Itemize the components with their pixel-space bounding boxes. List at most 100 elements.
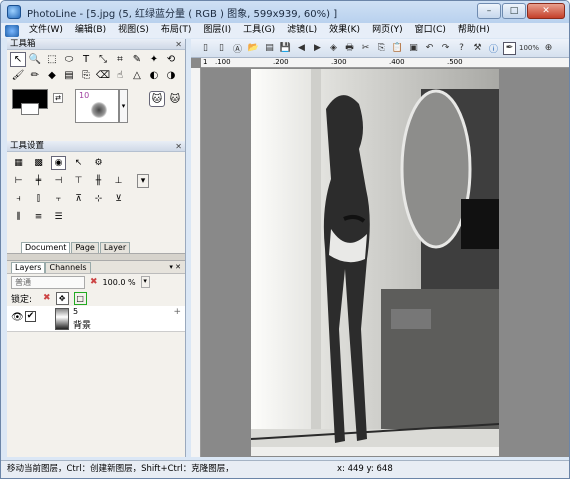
maximize-button[interactable]: □ bbox=[502, 3, 526, 19]
brush-preview[interactable]: 10 bbox=[75, 89, 119, 123]
target-option-icon[interactable]: ◉ bbox=[51, 156, 66, 170]
move-tool-icon[interactable]: ↖ bbox=[10, 52, 26, 67]
distribute-bottom-icon[interactable]: ⊻ bbox=[111, 192, 126, 206]
layer-name[interactable]: 背景 bbox=[73, 318, 91, 331]
redo-icon[interactable]: ↷ bbox=[439, 42, 452, 55]
tab-channels[interactable]: Channels bbox=[45, 261, 91, 273]
distribute-hcenter-icon[interactable]: ⫿ bbox=[31, 192, 46, 206]
photoline-icon[interactable] bbox=[7, 5, 21, 19]
smudge-tool-icon[interactable]: ☝ bbox=[112, 68, 128, 83]
layers-view-icon[interactable]: ◈ bbox=[327, 42, 340, 55]
pencil-tool-icon[interactable]: ✏ bbox=[27, 68, 43, 83]
menu-layer[interactable]: 图层(I) bbox=[197, 23, 237, 38]
browse-icon[interactable]: ▤ bbox=[263, 42, 276, 55]
new-text-icon[interactable]: Ⓐ bbox=[231, 42, 244, 55]
copy-icon[interactable]: ⎘ bbox=[375, 42, 388, 55]
space-vertical-icon[interactable]: ≡ bbox=[31, 210, 46, 224]
menu-window[interactable]: 窗口(C) bbox=[409, 23, 452, 38]
close-icon[interactable]: ✕ bbox=[175, 141, 182, 152]
new-page-icon[interactable]: ▯ bbox=[215, 42, 228, 55]
tab-layer[interactable]: Layer bbox=[99, 242, 131, 253]
open-icon[interactable]: 📂 bbox=[247, 42, 260, 55]
text-tool-icon[interactable]: T bbox=[78, 52, 94, 67]
align-dropdown[interactable]: ▾ bbox=[137, 174, 149, 188]
menu-view[interactable]: 视图(S) bbox=[112, 23, 155, 38]
align-vcenter-icon[interactable]: ╫ bbox=[91, 174, 106, 188]
settings-icon[interactable]: ⚒ bbox=[471, 42, 484, 55]
sharpen-tool-icon[interactable]: △ bbox=[129, 68, 145, 83]
brush-dropdown[interactable]: ▾ bbox=[119, 89, 128, 123]
pen-tool-icon[interactable]: ✒ bbox=[503, 41, 516, 55]
menu-effects[interactable]: 效果(K) bbox=[323, 23, 366, 38]
new-doc-icon[interactable]: ▯ bbox=[199, 42, 212, 55]
cat-quickmask-icon[interactable]: 🐱 bbox=[167, 91, 183, 107]
distribute-right-icon[interactable]: ⫟ bbox=[51, 192, 66, 206]
menu-filter[interactable]: 滤镜(L) bbox=[281, 23, 323, 38]
lock-move-icon[interactable]: ✥ bbox=[55, 291, 69, 305]
cat-mask-icon[interactable]: 🐱 bbox=[149, 91, 165, 107]
select-tool-icon[interactable]: ⬚ bbox=[44, 52, 60, 67]
layer-checkbox[interactable]: ✔ bbox=[25, 311, 36, 322]
tab-page[interactable]: Page bbox=[71, 242, 99, 253]
help-icon[interactable]: ? bbox=[455, 42, 468, 55]
prev-icon[interactable]: ◀ bbox=[295, 42, 308, 55]
lock-all-icon[interactable]: □ bbox=[73, 291, 87, 305]
eye-icon[interactable]: 👁 bbox=[11, 312, 24, 323]
align-left-icon[interactable]: ⊢ bbox=[11, 174, 26, 188]
zoom-in-icon[interactable]: ⊕ bbox=[542, 42, 555, 55]
align-right-icon[interactable]: ⊣ bbox=[51, 174, 66, 188]
layer-row[interactable]: 👁 ✔ 5 背景 + bbox=[7, 306, 185, 332]
minimize-button[interactable]: – bbox=[477, 3, 501, 19]
duplicate-icon[interactable]: ▣ bbox=[407, 42, 420, 55]
distribute-top-icon[interactable]: ⊼ bbox=[71, 192, 86, 206]
menu-edit[interactable]: 编辑(B) bbox=[69, 23, 112, 38]
opacity-value[interactable]: 100.0 % bbox=[103, 278, 136, 287]
menu-help[interactable]: 帮助(H) bbox=[452, 23, 496, 38]
fill-tool-icon[interactable]: ◆ bbox=[44, 68, 60, 83]
paste-icon[interactable]: 📋 bbox=[391, 42, 404, 55]
lasso-tool-icon[interactable]: ⟲ bbox=[163, 52, 179, 67]
distribute-vcenter-icon[interactable]: ⊹ bbox=[91, 192, 106, 206]
panel-divider[interactable] bbox=[7, 253, 185, 261]
close-icon[interactable]: ✕ bbox=[175, 39, 182, 50]
menu-tools[interactable]: 工具(G) bbox=[237, 23, 281, 38]
arrow-option-icon[interactable]: ↖ bbox=[71, 156, 86, 170]
ellipse-tool-icon[interactable]: ⬭ bbox=[61, 52, 77, 67]
align-bottom-icon[interactable]: ⊥ bbox=[111, 174, 126, 188]
wand-tool-icon[interactable]: ✦ bbox=[146, 52, 162, 67]
transform-tool-icon[interactable]: ⤡ bbox=[95, 52, 111, 67]
clone-tool-icon[interactable]: ⎘ bbox=[78, 68, 94, 83]
space-equal-icon[interactable]: ☰ bbox=[51, 210, 66, 224]
blend-mode-select[interactable]: 普通 bbox=[11, 275, 85, 289]
menu-web[interactable]: 网页(Y) bbox=[366, 23, 409, 38]
background-color-swatch[interactable] bbox=[21, 103, 39, 115]
tab-layers[interactable]: Layers bbox=[11, 261, 46, 273]
zoom-tool-icon[interactable]: 🔍 bbox=[27, 52, 43, 67]
gradient-tool-icon[interactable]: ▤ bbox=[61, 68, 77, 83]
image-canvas[interactable] bbox=[251, 69, 499, 456]
zoom-level[interactable]: 100% bbox=[519, 42, 539, 55]
tab-document[interactable]: Document bbox=[21, 242, 71, 253]
swap-colors-icon[interactable]: ⇄ bbox=[53, 93, 63, 103]
save-icon[interactable]: 💾 bbox=[279, 42, 292, 55]
undo-icon[interactable]: ↶ bbox=[423, 42, 436, 55]
app-menu-icon[interactable] bbox=[5, 24, 19, 37]
opacity-dropdown[interactable]: ▾ bbox=[140, 276, 150, 288]
print-icon[interactable]: 🖶 bbox=[343, 42, 356, 55]
gear-icon[interactable]: ⚙ bbox=[91, 156, 106, 170]
next-icon[interactable]: ▶ bbox=[311, 42, 324, 55]
crop-tool-icon[interactable]: ⌗ bbox=[112, 52, 128, 67]
align-hcenter-icon[interactable]: ╪ bbox=[31, 174, 46, 188]
align-top-icon[interactable]: ⊤ bbox=[71, 174, 86, 188]
space-horizontal-icon[interactable]: ⫼ bbox=[11, 210, 26, 224]
close-button[interactable]: ✕ bbox=[527, 3, 565, 19]
burn-tool-icon[interactable]: ◑ bbox=[163, 68, 179, 83]
menu-file[interactable]: 文件(W) bbox=[23, 23, 69, 38]
menu-layout[interactable]: 布局(T) bbox=[155, 23, 198, 38]
lock-transparency-icon[interactable]: ✖ bbox=[43, 293, 51, 303]
cut-icon[interactable]: ✂ bbox=[359, 42, 372, 55]
brush-tool-icon[interactable]: 🖌 bbox=[10, 68, 26, 83]
pattern-option-icon[interactable]: ▩ bbox=[31, 156, 46, 170]
info-icon[interactable]: ⓘ bbox=[487, 42, 500, 55]
add-icon[interactable]: + bbox=[173, 307, 181, 317]
